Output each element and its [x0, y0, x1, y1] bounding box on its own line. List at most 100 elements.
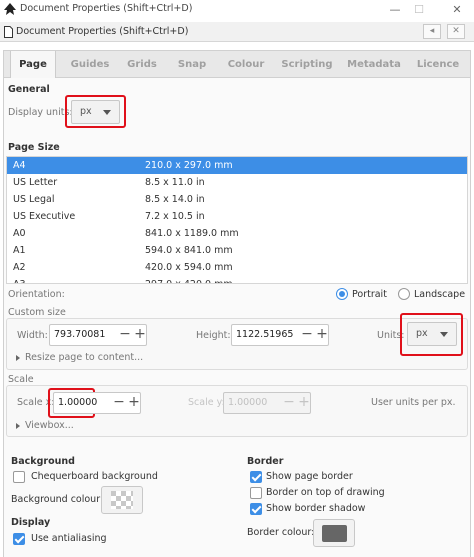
background-heading: Background [11, 456, 75, 467]
expander-arrow-icon [16, 423, 20, 429]
border-shadow-checkbox[interactable] [250, 503, 262, 515]
units-value: px [416, 328, 428, 339]
list-item[interactable]: US Letter 8.5 x 11.0 in [7, 174, 467, 191]
page-size-dims: 420.0 x 594.0 mm [145, 262, 233, 273]
list-item[interactable]: US Executive 7.2 x 10.5 in [7, 208, 467, 225]
page-size-name: A3 [13, 276, 26, 283]
page-size-name: US Letter [13, 177, 58, 188]
tab-snap[interactable]: Snap [170, 51, 214, 78]
width-value: 793.70081 [54, 329, 106, 340]
border-on-top-checkbox[interactable] [250, 487, 262, 499]
list-item[interactable]: A3 297.0 x 420.0 mm [7, 276, 467, 283]
background-colour-button[interactable] [101, 486, 143, 514]
resize-to-content-expander[interactable]: Resize page to content... [25, 352, 143, 363]
chevron-down-icon [440, 332, 448, 337]
dock-back-button[interactable]: ◂ [423, 24, 441, 39]
general-heading: General [8, 84, 50, 95]
display-heading: Display [11, 517, 51, 528]
viewbox-expander[interactable]: Viewbox... [25, 420, 74, 431]
list-item[interactable]: A0 841.0 x 1189.0 mm [7, 225, 467, 242]
close-window-button[interactable]: ✕ [446, 1, 468, 19]
tab-grids[interactable]: Grids [120, 51, 164, 78]
border-on-top-label: Border on top of drawing [266, 487, 385, 498]
show-border-label: Show page border [266, 471, 353, 482]
inkscape-logo-icon [4, 3, 16, 15]
tab-metadata[interactable]: Metadata [342, 51, 406, 78]
window-titlebar: Document Properties (Shift+Ctrl+D) — ☐ ✕ [0, 0, 474, 20]
list-item[interactable]: US Legal 8.5 x 14.0 in [7, 191, 467, 208]
list-item[interactable]: A4 210.0 x 297.0 mm [7, 157, 467, 174]
checkerboard-checkbox[interactable] [13, 471, 25, 483]
page-size-dims: 841.0 x 1189.0 mm [145, 228, 239, 239]
scale-x-input[interactable]: 1.00000 − + [53, 392, 141, 414]
height-value: 1122.51965 [236, 329, 294, 340]
width-decrement-button[interactable]: − [118, 325, 132, 345]
height-input[interactable]: 1122.51965 − + [231, 324, 329, 346]
border-colour-button[interactable] [313, 519, 355, 547]
display-units-label: Display units: [8, 107, 73, 118]
antialiasing-checkbox[interactable] [13, 533, 25, 545]
page-size-name: A4 [13, 160, 26, 171]
scale-y-input[interactable]: 1.00000 − + [223, 392, 311, 414]
show-border-checkbox[interactable] [250, 471, 262, 483]
list-item[interactable]: A2 420.0 x 594.0 mm [7, 259, 467, 276]
page-size-name: A1 [13, 245, 26, 256]
page-size-dims: 7.2 x 10.5 in [145, 211, 205, 222]
width-label: Width: [17, 330, 48, 341]
orientation-label: Orientation: [8, 289, 65, 300]
border-heading: Border [247, 456, 284, 467]
page-size-name: US Executive [13, 211, 76, 222]
height-increment-button[interactable]: + [315, 325, 329, 345]
page-size-dims: 297.0 x 420.0 mm [145, 276, 233, 283]
page-size-name: A0 [13, 228, 26, 239]
scale-x-decrement-button[interactable]: − [112, 393, 126, 413]
tab-page[interactable]: Page [10, 51, 56, 79]
page-size-dims: 210.0 x 297.0 mm [145, 160, 233, 171]
border-colour-swatch [322, 525, 347, 542]
tab-colour[interactable]: Colour [220, 51, 272, 78]
scale-y-decrement-button[interactable]: − [282, 393, 296, 413]
portrait-radio[interactable] [336, 288, 348, 300]
checkerboard-label: Chequerboard background [31, 471, 158, 482]
background-colour-label: Background colour: [11, 494, 104, 505]
scale-heading: Scale [8, 374, 34, 385]
dock-title: Document Properties (Shift+Ctrl+D) [16, 26, 189, 37]
scale-y-increment-button[interactable]: + [297, 393, 311, 413]
user-units-label: User units per px. [371, 397, 456, 408]
display-units-value: px [80, 106, 92, 117]
page-size-heading: Page Size [8, 142, 60, 153]
landscape-label: Landscape [414, 289, 466, 300]
units-select[interactable]: px [407, 322, 457, 346]
scale-x-value: 1.00000 [58, 397, 98, 408]
page-size-dims: 8.5 x 11.0 in [145, 177, 205, 188]
dock-header: Document Properties (Shift+Ctrl+D) ◂ ✕ [0, 22, 474, 42]
scale-x-increment-button[interactable]: + [127, 393, 141, 413]
document-icon [4, 26, 13, 38]
page-size-name: A2 [13, 262, 26, 273]
scale-y-value: 1.00000 [228, 397, 268, 408]
chevron-down-icon [103, 110, 111, 115]
tab-bar: Page Guides Grids Snap Colour Scripting … [3, 50, 471, 79]
checkerboard-swatch-icon [111, 491, 133, 509]
height-label: Height: [196, 330, 231, 341]
tab-licence[interactable]: Licence [410, 51, 466, 78]
page-size-dims: 594.0 x 841.0 mm [145, 245, 233, 256]
landscape-radio[interactable] [398, 288, 410, 300]
page-size-name: US Legal [13, 194, 55, 205]
dock-close-button[interactable]: ✕ [447, 24, 465, 39]
expander-arrow-icon [16, 355, 20, 361]
tab-guides[interactable]: Guides [64, 51, 116, 78]
width-increment-button[interactable]: + [133, 325, 147, 345]
width-input[interactable]: 793.70081 − + [49, 324, 147, 346]
display-units-select[interactable]: px [71, 100, 120, 124]
minimize-button[interactable]: — [384, 1, 406, 19]
portrait-label: Portrait [352, 289, 387, 300]
page-size-list[interactable]: A4 210.0 x 297.0 mm US Letter 8.5 x 11.0 i… [6, 156, 468, 284]
list-item[interactable]: A1 594.0 x 841.0 mm [7, 242, 467, 259]
maximize-button[interactable]: ☐ [408, 1, 430, 19]
antialiasing-label: Use antialiasing [31, 533, 107, 544]
border-shadow-label: Show border shadow [266, 503, 366, 514]
height-decrement-button[interactable]: − [300, 325, 314, 345]
window-title: Document Properties (Shift+Ctrl+D) [20, 3, 193, 14]
tab-scripting[interactable]: Scripting [276, 51, 338, 78]
